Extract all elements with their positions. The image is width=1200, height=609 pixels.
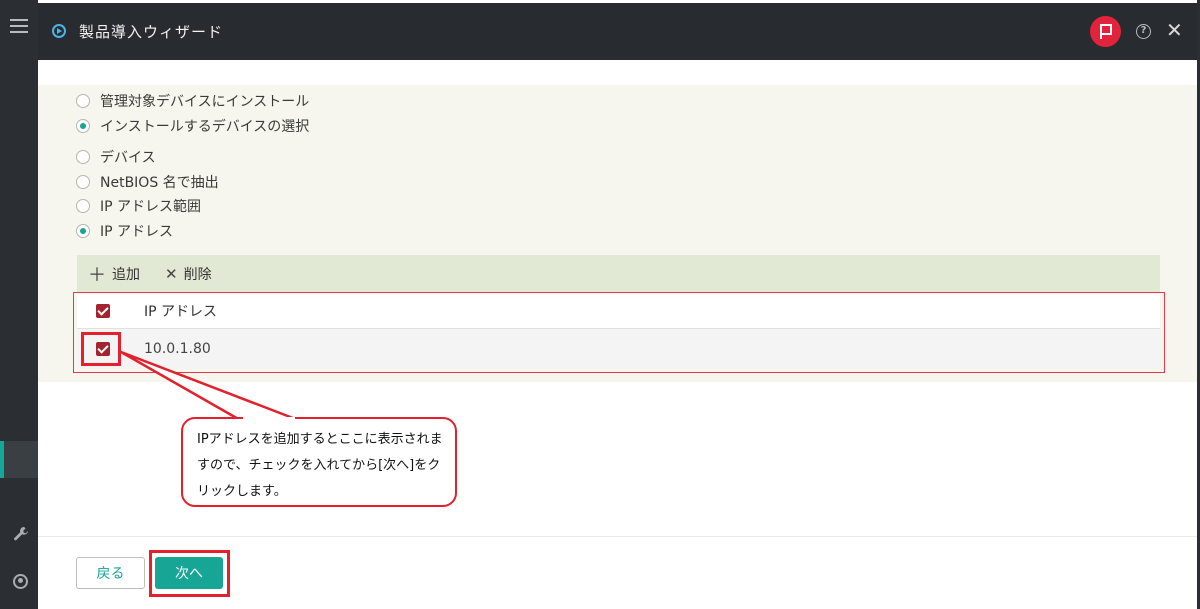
- next-button-highlight-frame: [149, 550, 230, 597]
- back-button[interactable]: 戻る: [76, 557, 145, 589]
- footer-divider: [38, 536, 1197, 537]
- callout-pointer-cover: [243, 417, 295, 420]
